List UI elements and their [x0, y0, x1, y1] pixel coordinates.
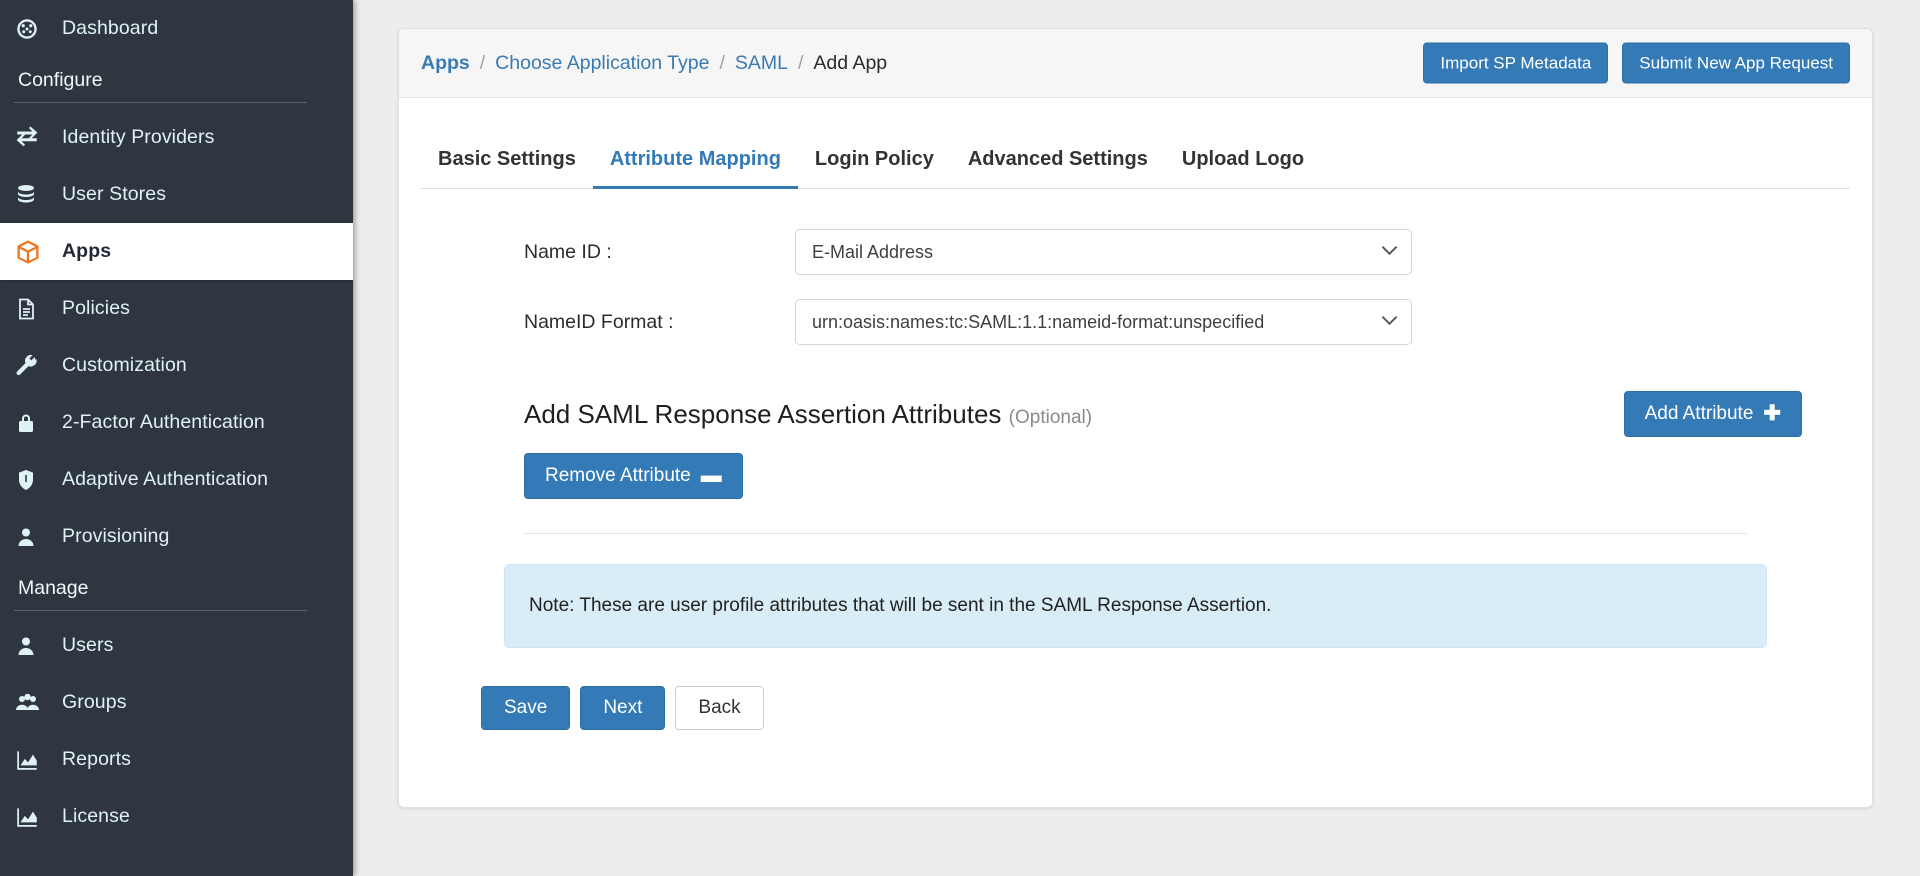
remove-attribute-label: Remove Attribute [545, 465, 691, 486]
attributes-optional-tag: (Optional) [1008, 406, 1093, 428]
sidebar-item-label: License [62, 805, 130, 827]
sidebar-item-label: Apps [62, 240, 112, 262]
cube-icon [14, 238, 58, 266]
shield-icon [14, 467, 58, 493]
sidebar-item-label: Dashboard [62, 17, 159, 39]
main-content: Apps / Choose Application Type / SAML / … [353, 0, 1920, 876]
users-icon [14, 690, 58, 716]
sidebar-divider-manage [14, 610, 307, 611]
name-id-row: Name ID : E-Mail Address Username User I… [459, 229, 1812, 275]
add-attribute-button[interactable]: Add Attribute ✚ [1623, 391, 1802, 437]
sidebar-item-label: Provisioning [62, 525, 170, 547]
dashboard-icon [14, 16, 58, 42]
sidebar-section-configure: Configure [18, 69, 103, 91]
sidebar-item-label: Adaptive Authentication [62, 468, 269, 490]
breadcrumb-separator: / [798, 51, 804, 74]
wrench-icon [14, 353, 58, 379]
submit-new-app-request-button[interactable]: Submit New App Request [1622, 42, 1850, 84]
sidebar-divider-configure [14, 102, 307, 103]
tab-attribute-mapping[interactable]: Attribute Mapping [592, 136, 798, 189]
nameid-format-select-wrap: urn:oasis:names:tc:SAML:1.1:nameid-forma… [795, 299, 1412, 345]
sidebar-item-2-factor-authentication[interactable]: 2-Factor Authentication [0, 394, 353, 451]
sidebar-item-adaptive-authentication[interactable]: Adaptive Authentication [0, 451, 353, 508]
sidebar-item-customization[interactable]: Customization [0, 337, 353, 394]
sidebar-item-dashboard[interactable]: Dashboard [0, 0, 353, 57]
name-id-label: Name ID : [524, 240, 612, 263]
plus-icon: ✚ [1763, 402, 1781, 425]
remove-attribute-button[interactable]: Remove Attribute ▬ [524, 453, 743, 499]
sidebar-item-user-stores[interactable]: User Stores [0, 166, 353, 223]
tab-basic-settings[interactable]: Basic Settings [421, 136, 593, 189]
user-icon [14, 633, 58, 659]
exchange-icon [14, 125, 58, 151]
save-button[interactable]: Save [481, 686, 571, 730]
card-header: Apps / Choose Application Type / SAML / … [399, 29, 1872, 98]
breadcrumb-item-choose-application-type[interactable]: Choose Application Type [495, 52, 709, 75]
lock-icon [14, 410, 58, 436]
sidebar-item-identity-providers[interactable]: Identity Providers [0, 109, 353, 166]
nameid-format-select[interactable]: urn:oasis:names:tc:SAML:1.1:nameid-forma… [795, 299, 1412, 345]
sidebar-item-provisioning[interactable]: Provisioning [0, 508, 353, 565]
import-sp-metadata-button[interactable]: Import SP Metadata [1423, 42, 1609, 84]
header-actions: Import SP Metadata Submit New App Reques… [1423, 42, 1850, 84]
card-body: Basic Settings Attribute Mapping Login P… [399, 136, 1872, 730]
attributes-title-text: Add SAML Response Assertion Attributes [524, 398, 1002, 429]
sidebar-item-groups[interactable]: Groups [0, 674, 353, 731]
remove-attribute-row: Remove Attribute ▬ [524, 453, 1812, 499]
sidebar-item-license[interactable]: License [0, 788, 353, 845]
sidebar-item-label: Policies [62, 297, 130, 319]
breadcrumb: Apps / Choose Application Type / SAML / … [421, 52, 887, 75]
chart-icon [14, 747, 58, 773]
breadcrumb-separator: / [479, 51, 486, 74]
sidebar-item-label: Groups [62, 691, 127, 713]
tab-bar: Basic Settings Attribute Mapping Login P… [421, 136, 1850, 189]
sidebar-item-label: Users [62, 634, 114, 656]
sidebar-item-label: Customization [62, 354, 187, 376]
sidebar-section-manage: Manage [18, 577, 89, 599]
breadcrumb-item-saml[interactable]: SAML [735, 52, 788, 75]
sidebar: Dashboard Configure Identity Providers U… [0, 0, 353, 876]
name-id-select[interactable]: E-Mail Address Username User ID [795, 229, 1412, 275]
name-id-select-wrap: E-Mail Address Username User ID [795, 229, 1412, 275]
nameid-format-label: NameID Format : [524, 310, 674, 333]
form-footer-actions: Save Next Back [481, 686, 1812, 730]
sidebar-item-label: Identity Providers [62, 126, 215, 148]
back-button[interactable]: Back [675, 686, 764, 730]
chart-icon [14, 804, 58, 830]
attribute-mapping-form: Name ID : E-Mail Address Username User I… [399, 189, 1872, 730]
sidebar-item-reports[interactable]: Reports [0, 731, 353, 788]
tab-advanced-settings[interactable]: Advanced Settings [951, 136, 1165, 189]
sidebar-item-label: 2-Factor Authentication [62, 411, 265, 433]
attributes-section-title: Add SAML Response Assertion Attributes (… [524, 399, 1092, 430]
section-divider [524, 533, 1747, 534]
minus-icon: ▬ [700, 464, 722, 487]
sidebar-item-label: Reports [62, 748, 131, 770]
app-root: Dashboard Configure Identity Providers U… [0, 0, 1920, 876]
database-icon [14, 182, 58, 208]
attributes-section-header: Add SAML Response Assertion Attributes (… [524, 369, 1802, 437]
breadcrumb-separator: / [719, 51, 725, 74]
user-icon [14, 524, 58, 550]
breadcrumb-item-apps[interactable]: Apps [421, 52, 470, 75]
breadcrumb-item-add-app: Add App [813, 51, 888, 74]
tab-upload-logo[interactable]: Upload Logo [1165, 136, 1321, 189]
add-attribute-label: Add Attribute [1644, 403, 1754, 424]
add-app-card: Apps / Choose Application Type / SAML / … [398, 28, 1873, 808]
sidebar-item-apps[interactable]: Apps [0, 223, 353, 280]
tab-login-policy[interactable]: Login Policy [798, 136, 951, 189]
sidebar-item-label: User Stores [62, 183, 167, 205]
sidebar-item-policies[interactable]: Policies [0, 280, 353, 337]
next-button[interactable]: Next [580, 686, 666, 730]
document-icon [14, 296, 58, 322]
sidebar-item-users[interactable]: Users [0, 617, 353, 674]
nameid-format-row: NameID Format : urn:oasis:names:tc:SAML:… [459, 299, 1812, 345]
info-note-text: Note: These are user profile attributes … [529, 595, 1272, 616]
info-note: Note: These are user profile attributes … [504, 564, 1767, 648]
